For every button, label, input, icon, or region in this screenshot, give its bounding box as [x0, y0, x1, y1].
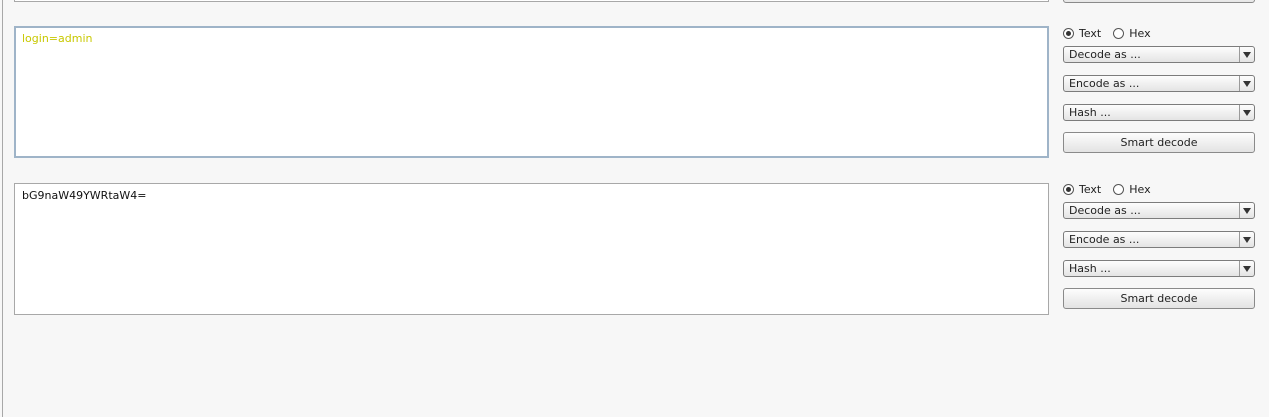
input-mode-radio-group: Text Hex	[1063, 26, 1255, 40]
input-editor[interactable]: login=admin	[14, 26, 1049, 158]
input-encode-select-label: Encode as ...	[1069, 77, 1140, 90]
input-text-radio[interactable]: Text	[1063, 27, 1101, 40]
output-controls: Text Hex Decode as ... Encode as ... Has…	[1063, 182, 1255, 309]
input-hex-radio-label: Hex	[1129, 26, 1151, 40]
chevron-down-icon	[1239, 105, 1254, 120]
chevron-down-icon	[1239, 76, 1254, 91]
output-smart-decode-button[interactable]: Smart decode	[1063, 288, 1255, 309]
output-decode-select-label: Decode as ...	[1069, 204, 1141, 217]
output-editor[interactable]: bG9naW49YWRtaW4=	[14, 183, 1049, 315]
chevron-down-icon	[1239, 261, 1254, 276]
input-hex-radio[interactable]: Hex	[1113, 26, 1151, 40]
input-controls: Text Hex Decode as ... Encode as ... Has…	[1063, 26, 1255, 153]
radio-unchecked-icon	[1113, 27, 1125, 39]
input-text-radio-label: Text	[1079, 26, 1102, 40]
output-text-radio[interactable]: Text	[1063, 183, 1101, 196]
output-mode-radio-group: Text Hex	[1063, 182, 1255, 196]
input-smart-decode-button[interactable]: Smart decode	[1063, 132, 1255, 153]
input-decode-select-label: Decode as ...	[1069, 48, 1141, 61]
output-hex-radio[interactable]: Hex	[1113, 182, 1151, 196]
radio-checked-icon	[1063, 27, 1074, 39]
output-hash-select[interactable]: Hash ...	[1063, 260, 1255, 277]
input-encode-select[interactable]: Encode as ...	[1063, 75, 1255, 92]
previous-smart-decode-button-edge[interactable]	[1063, 0, 1255, 3]
chevron-down-icon	[1239, 203, 1254, 218]
chevron-down-icon	[1239, 47, 1254, 62]
radio-unchecked-icon	[1113, 183, 1125, 195]
input-decode-select[interactable]: Decode as ...	[1063, 46, 1255, 63]
output-decode-select[interactable]: Decode as ...	[1063, 202, 1255, 219]
output-encode-select-label: Encode as ...	[1069, 233, 1140, 246]
chevron-down-icon	[1239, 232, 1254, 247]
output-hash-select-label: Hash ...	[1069, 262, 1111, 275]
output-encode-select[interactable]: Encode as ...	[1063, 231, 1255, 248]
output-hex-radio-label: Hex	[1129, 182, 1151, 196]
radio-checked-icon	[1063, 183, 1074, 195]
input-hash-select-label: Hash ...	[1069, 106, 1111, 119]
previous-editor-edge[interactable]	[14, 0, 1049, 2]
output-text-radio-label: Text	[1079, 182, 1102, 196]
input-hash-select[interactable]: Hash ...	[1063, 104, 1255, 121]
